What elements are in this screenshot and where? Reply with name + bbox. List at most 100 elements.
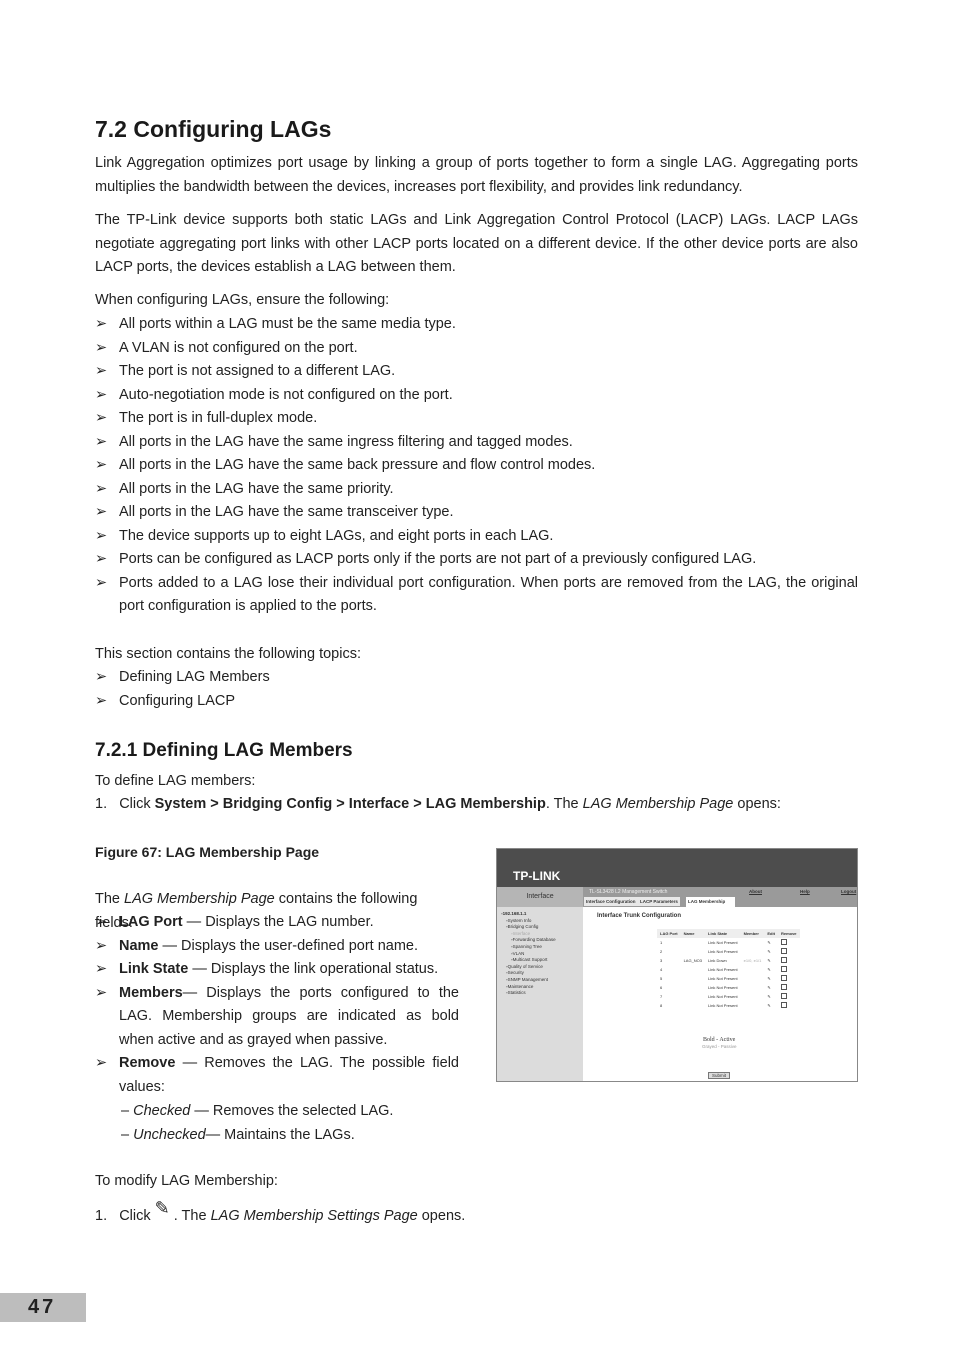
remove-checkbox[interactable] [780, 948, 787, 954]
edit-pencil-icon[interactable]: ✎ [764, 992, 778, 1001]
list-item: ➢ All ports in the LAG have the same tran… [95, 501, 858, 525]
edit-pencil-icon[interactable]: ✎ [764, 1001, 778, 1010]
table-cell [681, 974, 705, 983]
table-cell [681, 1001, 705, 1010]
value-name: Unchecked [133, 1126, 206, 1143]
arrow-bullet-icon: ➢ [95, 551, 108, 567]
submit-button[interactable]: Submit [708, 1072, 731, 1079]
fields-list: ➢ LAG Port — Displays the LAG number. ➢ Nam… [95, 911, 459, 1099]
topic-link[interactable]: Defining LAG Members [119, 669, 270, 685]
tree-item[interactable]: ▫System Info [497, 918, 583, 925]
paragraph: The TP-Link device supports both static … [95, 212, 858, 275]
tree-item[interactable]: ▫Bridging Config [497, 924, 583, 931]
paragraph: Link Aggregation optimizes port usage by… [95, 155, 858, 195]
subsection-title: 7.2.1 Defining LAG Members [95, 740, 353, 761]
arrow-bullet-icon: ➢ [95, 457, 108, 473]
table-cell: LAG_NO3 [683, 958, 703, 963]
list-item-text: Ports added to a LAG lose their individu… [119, 574, 858, 615]
table-cell: e1/0, e1/1 [743, 958, 762, 963]
list-item: ➢ All ports within a LAG must be the same… [95, 313, 858, 337]
tree-item[interactable]: ▫192.168.1.1 [497, 911, 583, 918]
table-cell: 2 [660, 949, 663, 954]
list-item-text: All ports in the LAG have the same ingre… [119, 433, 573, 450]
field-name: LAG Port [119, 914, 183, 930]
paragraph: To modify LAG Membership: [95, 1173, 278, 1189]
edit-pencil-icon[interactable]: ✎ [764, 947, 778, 956]
arrow-bullet-icon: ➢ [95, 480, 108, 497]
about-link[interactable]: About [749, 889, 762, 894]
document-page: 7.2 Configuring LAGs Link Aggregation op… [0, 0, 954, 1360]
edit-pencil-icon[interactable]: ✎ [764, 938, 778, 947]
field-desc: — Displays the user-defined port name. [158, 937, 419, 954]
tree-item[interactable]: ▫Statistics [497, 990, 583, 997]
tab-lag-membership[interactable]: LAG Membership [686, 897, 735, 907]
list-item-text: The port is not assigned to a different … [119, 363, 396, 379]
list-item: ➢ A VLAN is not configured on the port. [95, 337, 858, 361]
paragraph: To define LAG members: [95, 773, 256, 789]
table-row: 8 Link Not Present ✎ [657, 1001, 800, 1010]
tree-item[interactable]: ▫Spanning Tree [497, 944, 583, 951]
edit-pencil-icon[interactable]: ✎ [764, 983, 778, 992]
tab-lacp-parameters[interactable]: LACP Parameters [638, 897, 680, 906]
list-item-text: A VLAN is not configured on the port. [119, 339, 358, 356]
table-row: 2 Link Not Present ✎ [657, 947, 800, 956]
table-row: 1 Link Not Present ✎ [657, 938, 800, 947]
list-item: ➢ Ports added to a LAG lose their individ… [95, 572, 858, 619]
arrow-bullet-icon: ➢ [95, 527, 108, 544]
list-item: ➢ Ports can be configured as LACP ports o… [95, 548, 858, 572]
table-cell [741, 983, 765, 992]
list-item-text: All ports in the LAG have the same back … [119, 457, 596, 473]
tree-item[interactable]: ▫Quality of Service [497, 964, 583, 971]
table-cell [741, 938, 765, 947]
tab-interface-configuration[interactable]: Interface Configuration [584, 897, 638, 906]
list-item: ➢ Auto-negotiation mode is not configured… [95, 384, 858, 408]
table-row: 6 Link Not Present ✎ [657, 983, 800, 992]
list-item: ➢ LAG Port — Displays the LAG number. [95, 911, 459, 935]
remove-checkbox[interactable] [780, 966, 787, 972]
column-header: Link State [705, 929, 741, 938]
arrow-bullet-icon: ➢ [95, 574, 108, 591]
edit-pencil-icon[interactable]: ✎ [764, 965, 778, 974]
tree-item[interactable]: ▫Multicast Support [497, 957, 583, 964]
list-item: ➢ Members— Displays the ports configured … [95, 982, 459, 1053]
remove-checkbox[interactable] [780, 957, 787, 963]
tree-item[interactable]: ▫Security [497, 970, 583, 977]
remove-checkbox[interactable] [780, 993, 787, 999]
topic-link[interactable]: Configuring LACP [119, 693, 235, 709]
tree-item[interactable]: ▫VLAN [497, 951, 583, 958]
table-cell: Link Down [708, 958, 727, 963]
table-cell: Link Not Present [708, 994, 738, 999]
table-cell [681, 938, 705, 947]
field-name: Name [119, 937, 159, 954]
table-cell [741, 974, 765, 983]
table-cell: 3 [660, 958, 663, 963]
list-item-text: All ports in the LAG have the same trans… [119, 504, 454, 520]
remove-checkbox[interactable] [780, 939, 787, 945]
table-cell: 4 [660, 967, 663, 972]
table-cell [681, 992, 705, 1001]
legend-active: Bold - Active [703, 1037, 736, 1043]
help-link[interactable]: Help [800, 889, 810, 894]
tp-link-logo: TP-LINK [513, 869, 561, 883]
remove-checkbox[interactable] [780, 984, 787, 990]
remove-checkbox[interactable] [780, 1002, 787, 1008]
logout-link[interactable]: Logout [841, 889, 856, 894]
content-heading: Interface Trunk Configuration [597, 913, 682, 919]
edit-pencil-icon[interactable]: ✎ [764, 974, 778, 983]
lag-table: LAG Port Name Link State Member Edit Remove 1 L… [657, 929, 800, 1010]
table-row: 5 Link Not Present ✎ [657, 974, 800, 983]
tree-item[interactable]: ▫Forwarding Database [497, 937, 583, 944]
requirements-list: ➢ All ports within a LAG must be the same… [95, 313, 858, 619]
tree-item[interactable]: ▫Interface [497, 931, 583, 938]
value-item: – Checked — Removes the selected LAG. [121, 1103, 394, 1119]
edit-pencil-icon[interactable]: ✎ [764, 956, 778, 965]
edit-pencil-icon: ✎ [154, 1198, 170, 1218]
arrow-bullet-icon: ➢ [95, 386, 108, 403]
table-cell: Link Not Present [708, 940, 738, 945]
table-cell: 5 [660, 976, 663, 981]
remove-checkbox[interactable] [780, 975, 787, 981]
tree-item[interactable]: ▫SNMP Management [497, 977, 583, 984]
tree-item[interactable]: ▫Maintenance [497, 984, 583, 991]
table-cell: 6 [660, 985, 663, 990]
list-item: ➢ The port is in full-duplex mode. [95, 407, 858, 431]
